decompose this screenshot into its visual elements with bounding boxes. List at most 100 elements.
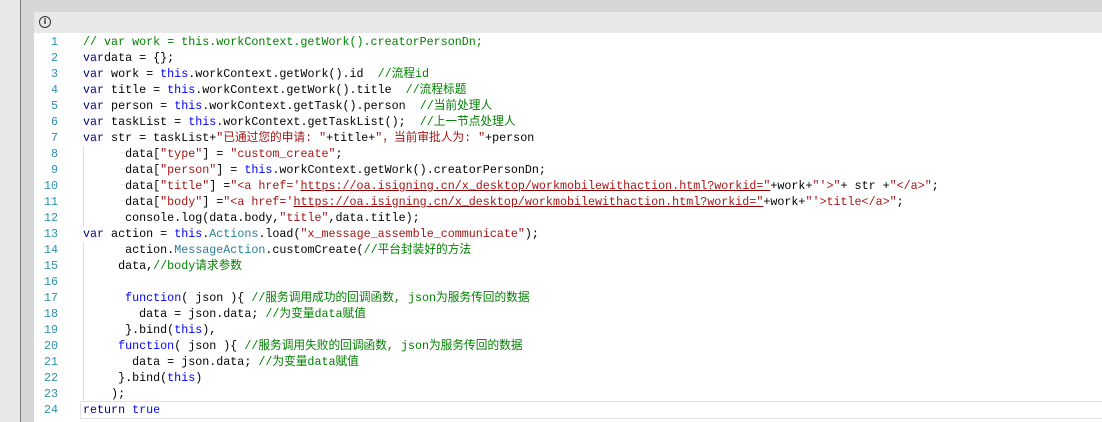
code-line[interactable]: 2 vardata = {}; [34,50,1102,66]
code-line[interactable]: 14 action.MessageAction.customCreate(//平… [34,242,1102,258]
keyword-token: this [244,163,273,177]
code-text-token: data = json.data; [83,355,259,369]
keyword-token: var [83,131,105,145]
line-content: ); [83,386,125,402]
string-token: "custom_create" [230,147,336,161]
code-text-token: .workContext.getTask().person [202,99,420,113]
code-line[interactable]: 18 data = json.data; //为变量data赋值 [34,306,1102,322]
code-line[interactable]: 17 function( json ){ //服务调用成功的回调函数, json… [34,290,1102,306]
string-token: "person" [160,163,217,177]
line-content: console.log(data.body,"title",data.title… [83,210,420,226]
code-text-token: ] = [202,195,224,209]
code-line[interactable]: 3 var work = this.workContext.getWork().i… [34,66,1102,82]
string-token: "'>title</a>" [805,195,897,209]
code-line[interactable]: 15 data,//body请求参数 [34,258,1102,274]
comment-token: //当前处理人 [419,99,493,113]
url-link-token: https://oa.isigning.cn/x_desktop/workmob… [300,179,771,193]
keyword-token: function [118,339,175,353]
line-number: 1 [50,35,58,49]
code-line[interactable]: 23 ); [34,386,1102,402]
code-text-token: ; [335,147,343,161]
code-text-token: data, [83,259,154,273]
line-content: data["body"] ="<a href='https://oa.isign… [83,194,904,210]
indent-guide [83,274,84,290]
code-line[interactable]: 22 }.bind(this) [34,370,1102,386]
line-number: 20 [43,339,58,353]
comment-token: //流程id [377,67,430,81]
line-number: 17 [43,291,58,305]
type-name-token: MessageAction [174,243,266,257]
line-number: 7 [50,131,58,145]
code-line[interactable]: 6 var taskList = this.workContext.getTask… [34,114,1102,130]
code-text-token: data[ [83,163,161,177]
keyword-token: var [83,67,105,81]
keyword-token: this [174,227,203,241]
keyword-token: this [188,115,217,129]
line-content: data,//body请求参数 [83,258,242,274]
comment-token: // var work = this.workContext.getWork()… [83,35,483,49]
code-line[interactable]: 19 }.bind(this), [34,322,1102,338]
line-content: data["person"] = this.workContext.getWor… [83,162,546,178]
code-text-token: .workContext.getTaskList(); [216,115,420,129]
code-line[interactable]: 9 data["person"] = this.workContext.getW… [34,162,1102,178]
code-line[interactable]: 20 function( json ){ //服务调用失败的回调函数, json… [34,338,1102,354]
line-content: var str = taskList+"已通过您的申请: "+title+"，当… [83,130,534,146]
line-number: 22 [43,371,58,385]
keyword-token: this [160,67,189,81]
code-text-token: ] = [216,163,245,177]
code-line[interactable]: 13 var action = this.Actions.load("x_mess… [34,226,1102,242]
line-content: var title = this.workContext.getWork().t… [83,82,466,98]
line-number: 18 [43,307,58,321]
code-text-token: }.bind( [83,323,175,337]
line-content: var action = this.Actions.load("x_messag… [83,226,539,242]
keyword-token: var [83,99,105,113]
code-text-token: ( json ){ [174,339,245,353]
code-area[interactable]: 1 // var work = this.workContext.getWork(… [34,34,1102,419]
line-number: 3 [50,67,58,81]
line-content: data = json.data; //为变量data赋值 [83,306,366,322]
code-text-token: .load( [258,227,301,241]
code-text-token: data[ [83,147,161,161]
code-line[interactable]: 10 data["title"] ="<a href='https://oa.i… [34,178,1102,194]
code-line[interactable]: 7 var str = taskList+"已通过您的申请: "+title+"，… [34,130,1102,146]
string-token: "body" [160,195,203,209]
code-text-token: ) [195,371,203,385]
code-text-token: +title+ [326,131,376,145]
keyword-token: var [83,83,105,97]
line-number: 21 [43,355,58,369]
comment-token: //为变量data赋值 [265,307,366,321]
code-line[interactable]: 16 [34,274,1102,290]
line-content: var taskList = this.workContext.getTaskL… [83,114,516,130]
code-text-token: person = [104,99,175,113]
code-line[interactable]: 12 console.log(data.body,"title",data.ti… [34,210,1102,226]
code-text-token: + str + [840,179,890,193]
code-line[interactable]: 5 var person = this.workContext.getTask()… [34,98,1102,114]
code-text-token: +work+ [770,179,813,193]
info-icon[interactable]: i [39,16,51,28]
string-token: "'>" [812,179,841,193]
comment-token: //上一节点处理人 [419,115,516,129]
line-number: 23 [43,387,58,401]
code-line[interactable]: 21 data = json.data; //为变量data赋值 [34,354,1102,370]
string-token: "</a>" [889,179,932,193]
editor-header: i [34,12,1102,33]
code-text-token: ] = [202,147,231,161]
code-line[interactable]: 4 var title = this.workContext.getWork().… [34,82,1102,98]
type-name-token: Actions [209,227,259,241]
line-number: 11 [43,195,58,209]
code-text-token: work = [104,67,161,81]
code-line[interactable]: 11 data["body"] ="<a href='https://oa.is… [34,194,1102,210]
code-text-token: taskList = [104,115,189,129]
string-token: "，当前审批人为: " [375,131,486,145]
comment-token: //body请求参数 [153,259,242,273]
line-number: 24 [43,403,58,417]
code-line[interactable]: 1 // var work = this.workContext.getWork(… [34,34,1102,50]
code-line[interactable]: 8 data["type"] = "custom_create"; [34,146,1102,162]
code-text-token: ); [524,227,539,241]
line-content: data["type"] = "custom_create"; [83,146,343,162]
code-text-token: +work+ [763,195,806,209]
code-line[interactable]: 24 return true [44,401,1102,419]
line-number: 4 [50,83,58,97]
comment-token: //流程标题 [405,83,467,97]
